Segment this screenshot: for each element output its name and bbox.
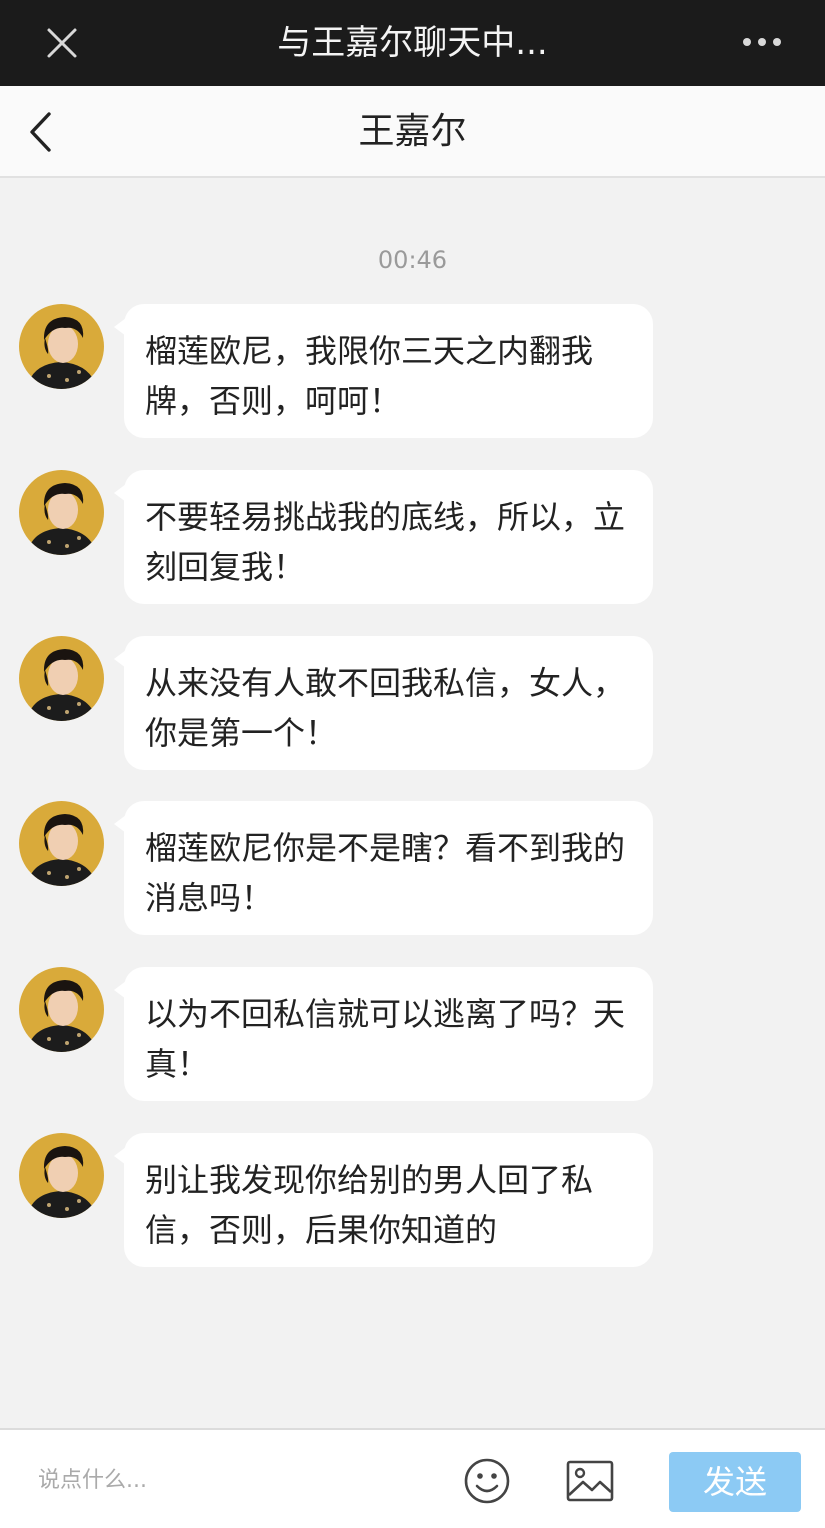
page-title: 与王嘉尔聊天中... (277, 23, 548, 63)
contact-name: 王嘉尔 (358, 111, 467, 152)
emoji-icon[interactable] (462, 1456, 512, 1506)
message-bubble: 以为不回私信就可以逃离了吗？天真！ (124, 967, 653, 1101)
avatar[interactable] (19, 636, 104, 721)
message-bubble: 榴莲欧尼你是不是瞎？看不到我的消息吗！ (124, 801, 653, 935)
message-timestamp: 00:46 (377, 246, 448, 274)
message-item: 从来没有人敢不回我私信，女人，你是第一个！ (0, 636, 825, 770)
close-icon[interactable] (40, 21, 84, 65)
message-bubble: 从来没有人敢不回我私信，女人，你是第一个！ (124, 636, 653, 770)
image-icon[interactable] (564, 1458, 616, 1504)
more-icon[interactable] (736, 26, 790, 58)
message-item: 不要轻易挑战我的底线，所以，立刻回复我！ (0, 470, 825, 604)
send-button[interactable]: 发送 (669, 1452, 801, 1512)
top-bar: 与王嘉尔聊天中... (0, 0, 825, 86)
message-bubble: 别让我发现你给别的男人回了私信，否则，后果你知道的 (124, 1133, 653, 1267)
avatar[interactable] (19, 304, 104, 389)
avatar[interactable] (19, 801, 104, 886)
chat-header: 王嘉尔 (0, 86, 825, 178)
message-item: 以为不回私信就可以逃离了吗？天真！ (0, 967, 825, 1101)
message-item: 榴莲欧尼，我限你三天之内翻我牌，否则，呵呵！ (0, 304, 825, 438)
message-bubble: 不要轻易挑战我的底线，所以，立刻回复我！ (124, 470, 653, 604)
message-item: 别让我发现你给别的男人回了私信，否则，后果你知道的 (0, 1133, 825, 1267)
avatar[interactable] (19, 1133, 104, 1218)
message-item: 榴莲欧尼你是不是瞎？看不到我的消息吗！ (0, 801, 825, 935)
input-bar: 发送 (0, 1428, 825, 1528)
message-bubble: 榴莲欧尼，我限你三天之内翻我牌，否则，呵呵！ (124, 304, 653, 438)
avatar[interactable] (19, 967, 104, 1052)
message-input[interactable] (38, 1452, 438, 1508)
avatar[interactable] (19, 470, 104, 555)
